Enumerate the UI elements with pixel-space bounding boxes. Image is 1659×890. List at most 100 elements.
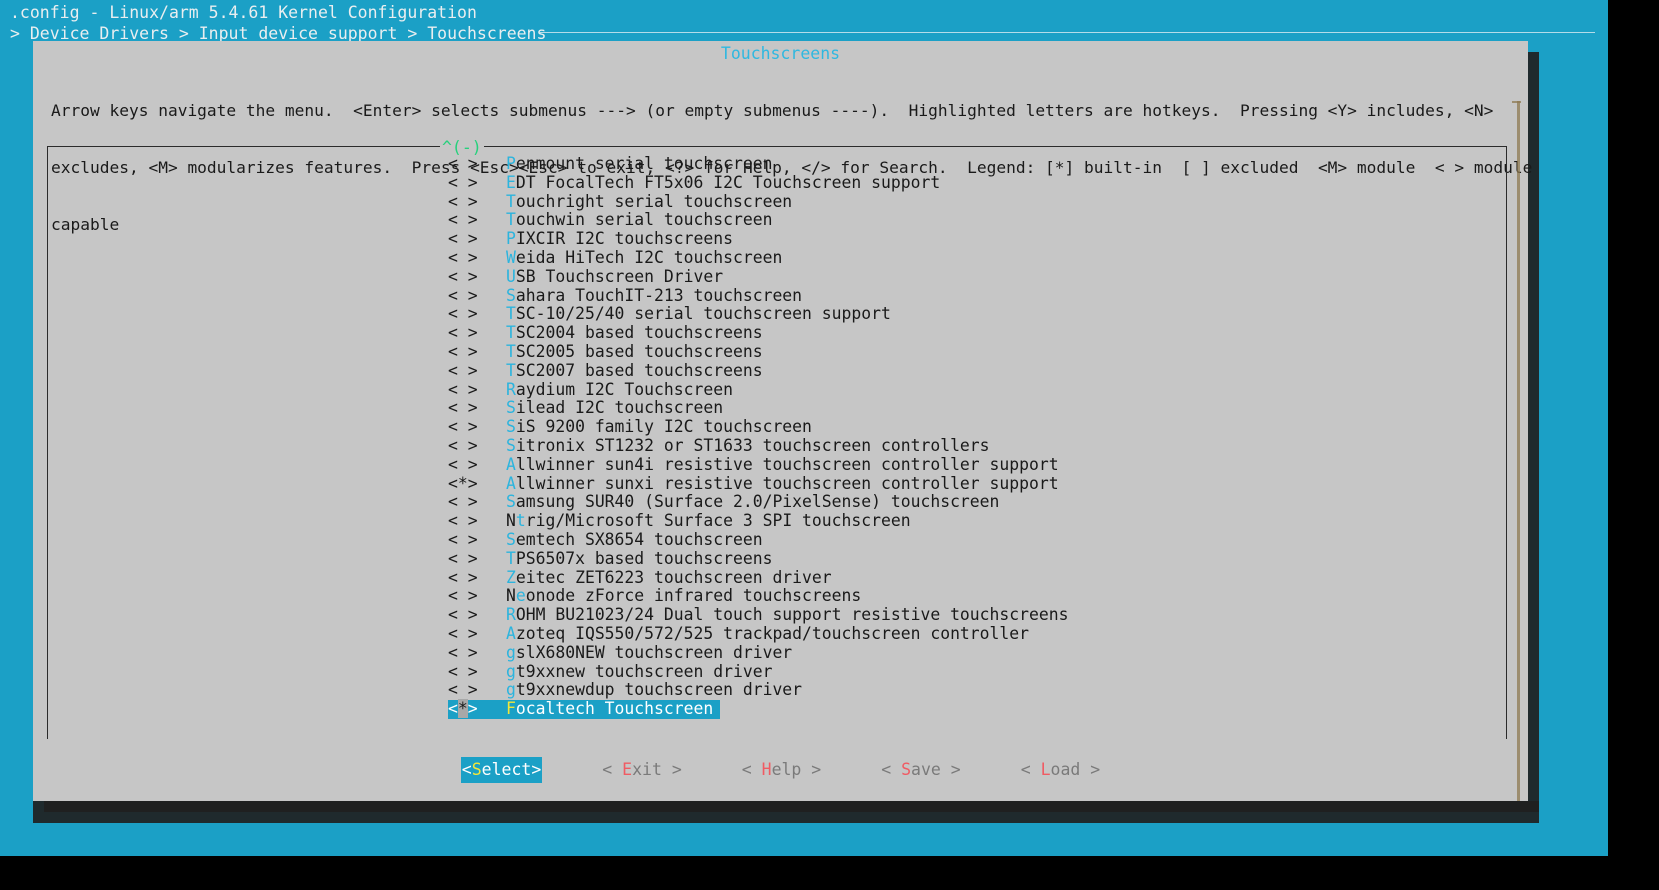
menu-item-marker: < > <box>448 418 506 437</box>
dialog-button-bar: <Select> < Exit > < Help > < Save > < Load > <box>33 757 1528 783</box>
menu-item-row[interactable]: < > Samsung SUR40 (Surface 2.0/PixelSens… <box>48 493 1506 512</box>
menu-item-label: SC2005 based touchscreens <box>516 342 763 361</box>
menu-item-label: eitec ZET6223 touchscreen driver <box>516 568 832 587</box>
dialog-button-help[interactable]: < Help > <box>742 757 821 783</box>
button-hotkey: E <box>622 760 632 779</box>
menu-item-hotkey: P <box>506 155 516 173</box>
menu-item-marker: < > <box>448 305 506 324</box>
menu-item-hotkey: R <box>506 605 516 624</box>
menu-item-label: iS 9200 family I2C touchscreen <box>516 417 812 436</box>
menu-item-label: PS6507x based touchscreens <box>516 549 773 568</box>
menu-item-row[interactable]: < > gt9xxnewdup touchscreen driver <box>48 681 1506 700</box>
menu-item-row[interactable]: < > TSC2005 based touchscreens <box>48 343 1506 362</box>
menu-item-marker: < > <box>448 681 506 700</box>
menu-item-hotkey: T <box>506 549 516 568</box>
menu-item-hotkey: A <box>506 474 516 493</box>
menu-item-hotkey: R <box>506 380 516 399</box>
menu-item-hotkey: T <box>506 323 516 342</box>
scrollbar-rail[interactable] <box>1517 101 1520 801</box>
menu-item-label: llwinner sun4i resistive touchscreen con… <box>516 455 1059 474</box>
menu-item-row[interactable]: < > USB Touchscreen Driver <box>48 268 1506 287</box>
button-bracket-left: < <box>742 760 762 779</box>
menu-item-label: rig/Microsoft Surface 3 SPI touchscreen <box>526 511 911 530</box>
menu-item-row[interactable]: < > Weida HiTech I2C touchscreen <box>48 249 1506 268</box>
dialog-button-save[interactable]: < Save > <box>881 757 960 783</box>
menu-item-marker: < > <box>448 193 506 212</box>
menu-item-row[interactable]: <*> Allwinner sunxi resistive touchscree… <box>48 475 1506 494</box>
menu-item-hotkey: T <box>506 192 516 211</box>
menu-item-label: ouchright serial touchscreen <box>516 192 792 211</box>
help-line-1: Arrow keys navigate the menu. <Enter> se… <box>51 101 1511 120</box>
menu-item-hotkey: P <box>506 229 516 248</box>
menu-item-label: SC-10/25/40 serial touchscreen support <box>516 304 891 323</box>
menu-item-row[interactable]: < > Penmount serial touchscreen <box>48 155 1506 174</box>
menu-item-marker: < > <box>448 625 506 644</box>
menu-item-row[interactable]: < > gt9xxnew touchscreen driver <box>48 663 1506 682</box>
menu-item-hotkey: E <box>506 173 516 192</box>
menu-item-row[interactable]: < > TSC2007 based touchscreens <box>48 362 1506 381</box>
window-header: .config - Linux/arm 5.4.61 Kernel Config… <box>0 0 1608 44</box>
menu-item-marker: < > <box>448 531 506 550</box>
menu-item-marker: < > <box>448 456 506 475</box>
menu-item-row[interactable]: < > Neonode zForce infrared touchscreens <box>48 587 1506 606</box>
menu-item-hotkey: e <box>516 586 526 605</box>
menu-item-hotkey: A <box>506 455 516 474</box>
button-label: elp > <box>772 760 822 779</box>
menu-item-label: ahara TouchIT-213 touchscreen <box>516 286 802 305</box>
menu-item-label: DT FocalTech FT5x06 I2C Touchscreen supp… <box>516 173 940 192</box>
menu-item-hotkey: W <box>506 248 516 267</box>
menu-item-row[interactable]: < > Zeitec ZET6223 touchscreen driver <box>48 569 1506 588</box>
terminal-lower-band <box>33 801 1539 823</box>
menu-item-label: enmount serial touchscreen <box>516 155 773 173</box>
menu-item-label-prefix: N <box>506 586 516 605</box>
menu-item-row[interactable]: < > Silead I2C touchscreen <box>48 399 1506 418</box>
menu-item-row[interactable]: < > PIXCIR I2C touchscreens <box>48 230 1506 249</box>
menu-item-label: eida HiTech I2C touchscreen <box>516 248 782 267</box>
menu-item-row[interactable]: < > TPS6507x based touchscreens <box>48 550 1506 569</box>
menu-item-label: ilead I2C touchscreen <box>516 398 723 417</box>
menu-item-row[interactable]: < > TSC-10/25/40 serial touchscreen supp… <box>48 305 1506 324</box>
menu-item-row[interactable]: < > SiS 9200 family I2C touchscreen <box>48 418 1506 437</box>
menu-item-label: ocaltech Touchscreen <box>516 699 713 718</box>
scrollbar-cap <box>1512 101 1521 103</box>
scroll-up-indicator[interactable]: ^(-) <box>440 139 484 156</box>
menu-item-row[interactable]: < > Azoteq IQS550/572/525 trackpad/touch… <box>48 625 1506 644</box>
menu-item-row[interactable]: < > Ntrig/Microsoft Surface 3 SPI touchs… <box>48 512 1506 531</box>
menu-item-row[interactable]: < > gslX680NEW touchscreen driver <box>48 644 1506 663</box>
menu-item-row[interactable]: < > Sahara TouchIT-213 touchscreen <box>48 287 1506 306</box>
menu-item-row[interactable]: < > Semtech SX8654 touchscreen <box>48 531 1506 550</box>
dialog-button-select[interactable]: <Select> <box>461 757 542 783</box>
menu-item-hotkey: T <box>506 210 516 229</box>
menu-item-marker: < > <box>448 437 506 456</box>
menu-item-row[interactable]: < > Touchright serial touchscreen <box>48 193 1506 212</box>
menu-item-marker: < > <box>448 230 506 249</box>
dialog-button-load[interactable]: < Load > <box>1021 757 1100 783</box>
menu-item-hotkey: S <box>506 286 516 305</box>
menu-item-row[interactable]: < > Touchwin serial touchscreen <box>48 211 1506 230</box>
menu-item-hotkey: g <box>506 643 516 662</box>
menu-item-marker: < > <box>448 399 506 418</box>
menu-item-row[interactable]: <*> Focaltech Touchscreen <box>48 700 1506 719</box>
menu-item-row[interactable]: < > TSC2004 based touchscreens <box>48 324 1506 343</box>
menu-item-label: itronix ST1232 or ST1633 touchscreen con… <box>516 436 990 455</box>
dialog-title: Touchscreens <box>33 44 1528 64</box>
button-hotkey: L <box>1041 760 1051 779</box>
button-bracket-left: < <box>881 760 901 779</box>
terminal-cursor: * <box>458 699 468 718</box>
menu-item-marker: < > <box>448 381 506 400</box>
menu-item-row[interactable]: < > EDT FocalTech FT5x06 I2C Touchscreen… <box>48 174 1506 193</box>
dialog-button-exit[interactable]: < Exit > <box>602 757 681 783</box>
terminal-bottom-strip <box>0 856 1659 890</box>
menu-item-hotkey: A <box>506 624 516 643</box>
menu-item-label: ouchwin serial touchscreen <box>516 210 773 229</box>
touchscreen-driver-list[interactable]: < > Penmount serial touchscreen< > EDT F… <box>48 155 1506 735</box>
menu-item-row[interactable]: < > Allwinner sun4i resistive touchscree… <box>48 456 1506 475</box>
menu-item-row[interactable]: < > ROHM BU21023/24 Dual touch support r… <box>48 606 1506 625</box>
menu-item-row[interactable]: < > Raydium I2C Touchscreen <box>48 381 1506 400</box>
menu-item-row[interactable]: < > Sitronix ST1232 or ST1633 touchscree… <box>48 437 1506 456</box>
config-dialog: Touchscreens Arrow keys navigate the men… <box>33 41 1528 801</box>
button-hotkey: H <box>762 760 772 779</box>
menu-item-marker: < > <box>448 663 506 682</box>
menu-item-marker: < > <box>448 512 506 531</box>
menu-item-marker: < > <box>448 324 506 343</box>
